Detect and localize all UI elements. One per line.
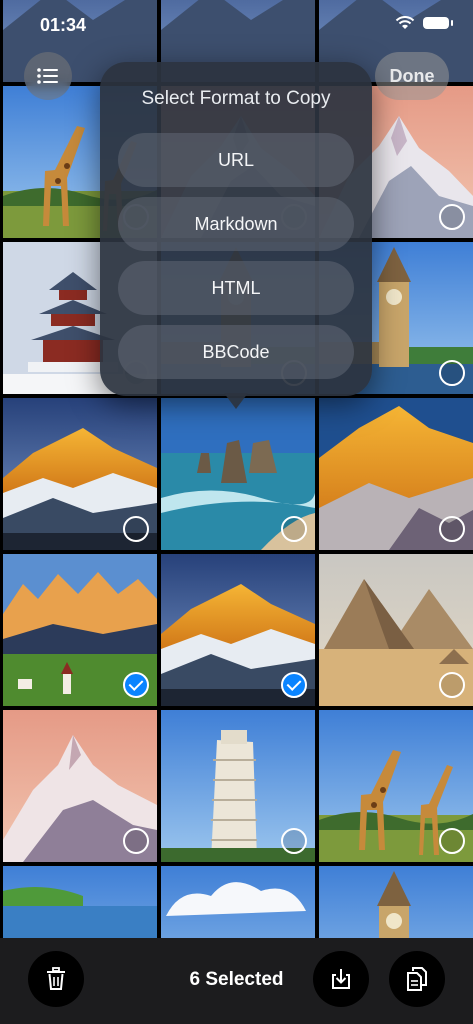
photo-cell[interactable] — [161, 710, 315, 862]
save-button[interactable] — [313, 951, 369, 1007]
selection-circle-icon[interactable] — [439, 672, 465, 698]
selected-checkmark-icon[interactable] — [123, 672, 149, 698]
battery-icon — [423, 17, 453, 29]
selection-circle-icon[interactable] — [281, 828, 307, 854]
copy-button[interactable] — [389, 951, 445, 1007]
photo-cell[interactable] — [319, 554, 473, 706]
popover-arrow — [224, 393, 248, 409]
copy-markdown-button[interactable]: Markdown — [118, 197, 354, 251]
selection-circle-icon[interactable] — [123, 828, 149, 854]
copy-bbcode-button[interactable]: BBCode — [118, 325, 354, 379]
save-icon — [332, 969, 350, 989]
photo-cell[interactable] — [319, 710, 473, 862]
bottom-toolbar: 6 Selected — [0, 938, 473, 1024]
photo-cell[interactable] — [3, 554, 157, 706]
photo-cell[interactable] — [3, 710, 157, 862]
photo-cell[interactable] — [161, 554, 315, 706]
selection-circle-icon[interactable] — [281, 516, 307, 542]
selection-circle-icon[interactable] — [123, 516, 149, 542]
popover-title: Select Format to Copy — [141, 88, 331, 109]
list-icon — [37, 68, 58, 84]
status-time: 01:34 — [40, 15, 87, 35]
wifi-icon — [395, 16, 415, 29]
selection-circle-icon[interactable] — [439, 360, 465, 386]
done-button[interactable]: Done — [375, 52, 449, 100]
photo-cell[interactable] — [161, 398, 315, 550]
photo-cell[interactable] — [3, 398, 157, 550]
status-bar: 01:34 — [0, 0, 473, 50]
menu-button[interactable] — [24, 52, 72, 100]
selected-checkmark-icon[interactable] — [281, 672, 307, 698]
copy-icon — [407, 967, 427, 991]
copy-format-popover: Select Format to Copy URL Markdown HTML … — [100, 62, 372, 396]
copy-url-button[interactable]: URL — [118, 133, 354, 187]
selection-circle-icon[interactable] — [439, 204, 465, 230]
selection-circle-icon[interactable] — [439, 828, 465, 854]
photo-cell[interactable] — [319, 398, 473, 550]
copy-html-button[interactable]: HTML — [118, 261, 354, 315]
selection-circle-icon[interactable] — [439, 516, 465, 542]
